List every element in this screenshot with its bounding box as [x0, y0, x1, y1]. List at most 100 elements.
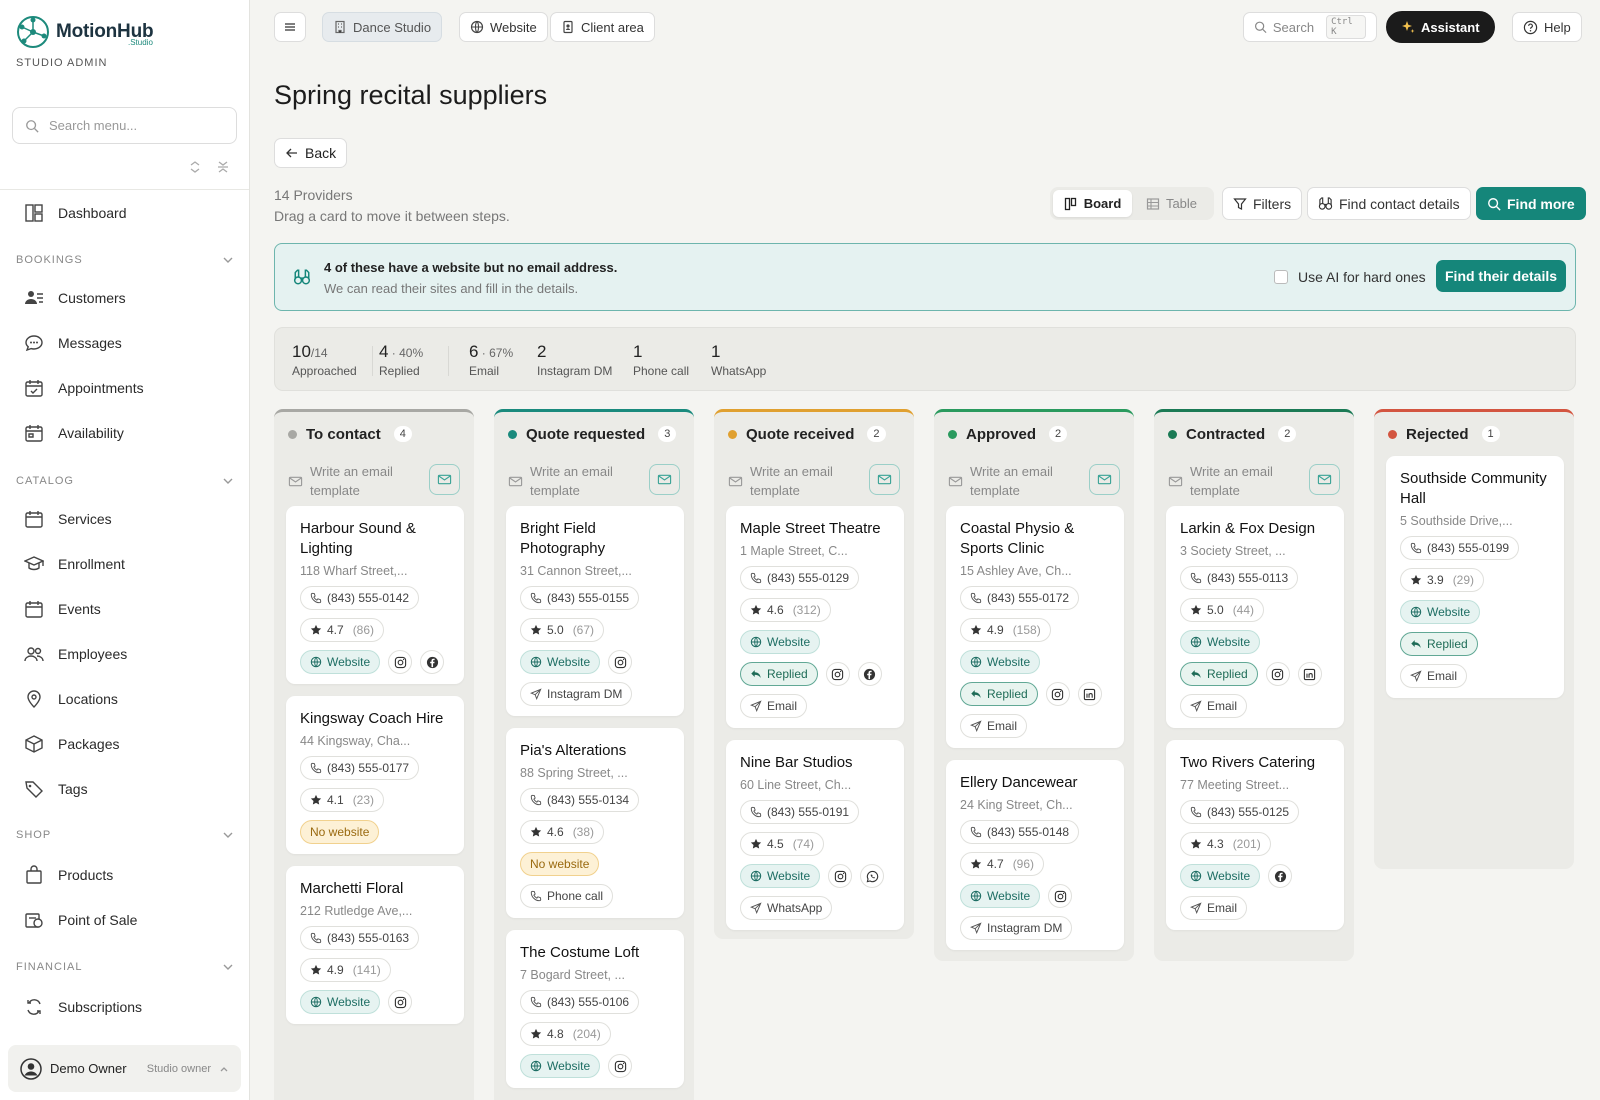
phone-chip[interactable]: (843) 555-0172	[960, 586, 1080, 610]
sidebar-item-dashboard[interactable]: Dashboard	[24, 202, 127, 224]
sidebar-item-services[interactable]: Services	[24, 508, 112, 530]
replied-chip[interactable]: Replied	[1180, 662, 1258, 686]
section-catalog[interactable]: CATALOG	[16, 475, 234, 487]
email-template-button[interactable]	[429, 464, 460, 495]
instagram-link[interactable]	[1265, 662, 1290, 686]
sidebar-search-input[interactable]: Search menu...	[12, 107, 237, 144]
whatsapp-chip[interactable]: WhatsApp	[740, 896, 833, 920]
sidebar-item-packages[interactable]: Packages	[24, 733, 119, 755]
email-chip[interactable]: Email	[1180, 896, 1248, 920]
instagram-dm-chip[interactable]: Instagram DM	[960, 916, 1073, 940]
website-chip[interactable]: Website	[740, 864, 821, 888]
instagram-dm-chip[interactable]: Instagram DM	[520, 682, 633, 706]
instagram-link[interactable]	[828, 864, 853, 888]
email-template-row[interactable]: Write an email template	[714, 456, 914, 506]
find-more-button[interactable]: Find more	[1476, 187, 1586, 220]
instagram-link[interactable]	[1048, 884, 1073, 908]
phone-chip[interactable]: (843) 555-0125	[1180, 800, 1300, 824]
phone-call-chip[interactable]: Phone call	[520, 884, 614, 908]
instagram-link[interactable]	[388, 650, 413, 674]
email-template-row[interactable]: Write an email template	[1154, 456, 1354, 506]
instagram-link[interactable]	[825, 662, 850, 686]
section-bookings[interactable]: BOOKINGS	[16, 254, 234, 266]
sidebar-item-appointments[interactable]: Appointments	[24, 377, 144, 399]
email-chip[interactable]: Email	[1180, 694, 1248, 718]
replied-chip[interactable]: Replied	[1400, 632, 1478, 656]
use-ai-checkbox[interactable]: Use AI for hard ones	[1274, 269, 1426, 285]
section-shop[interactable]: SHOP	[16, 829, 234, 841]
email-template-button[interactable]	[869, 464, 900, 495]
whatsapp-link[interactable]	[860, 864, 885, 888]
phone-chip[interactable]: (843) 555-0148	[960, 820, 1080, 844]
provider-card[interactable]: The Costume Loft 7 Bogard Street, ... (843…	[506, 930, 684, 1088]
provider-card[interactable]: Harbour Sound & Lighting 118 Wharf Street…	[286, 506, 464, 684]
filters-button[interactable]: Filters	[1222, 187, 1303, 220]
linkedin-link[interactable]	[1077, 682, 1102, 706]
facebook-link[interactable]	[420, 650, 445, 674]
provider-card[interactable]: Marchetti Floral 212 Rutledge Ave,... (843…	[286, 866, 464, 1024]
provider-card[interactable]: Coastal Physio & Sports Clinic 15 Ashley …	[946, 506, 1124, 748]
global-search-button[interactable]: Search Ctrl K	[1243, 12, 1377, 42]
website-chip[interactable]: Website	[1180, 630, 1261, 654]
back-button[interactable]: Back	[274, 138, 348, 168]
email-chip[interactable]: Email	[740, 694, 808, 718]
email-template-row[interactable]: Write an email template	[934, 456, 1134, 506]
linkedin-link[interactable]	[1297, 662, 1322, 686]
collapse-all-icon[interactable]	[216, 160, 230, 174]
provider-card[interactable]: Kingsway Coach Hire 44 Kingsway, Cha... (8…	[286, 696, 464, 854]
phone-chip[interactable]: (843) 555-0191	[740, 800, 860, 824]
website-chip[interactable]: Website	[740, 630, 821, 654]
email-chip[interactable]: Email	[1400, 664, 1468, 688]
assistant-button[interactable]: Assistant	[1386, 11, 1495, 43]
provider-card[interactable]: Larkin & Fox Design 3 Society Street, ...…	[1166, 506, 1344, 728]
sidebar-item-locations[interactable]: Locations	[24, 688, 118, 710]
phone-chip[interactable]: (843) 555-0134	[520, 788, 640, 812]
sidebar-item-events[interactable]: Events	[24, 598, 101, 620]
phone-chip[interactable]: (843) 555-0113	[1180, 566, 1299, 590]
phone-chip[interactable]: (843) 555-0155	[520, 586, 640, 610]
sidebar-item-subscriptions[interactable]: Subscriptions	[24, 996, 142, 1018]
email-template-button[interactable]	[1089, 464, 1120, 495]
facebook-link[interactable]	[1268, 864, 1293, 888]
website-chip[interactable]: Website	[1180, 864, 1261, 888]
sidebar-item-products[interactable]: Products	[24, 864, 113, 886]
provider-card[interactable]: Pia's Alterations 88 Spring Street, ... (8…	[506, 728, 684, 918]
phone-chip[interactable]: (843) 555-0163	[300, 926, 420, 950]
provider-card[interactable]: Bright Field Photography 31 Cannon Street…	[506, 506, 684, 716]
website-chip[interactable]: Website	[300, 650, 381, 674]
sidebar-item-point-of-sale[interactable]: Point of Sale	[24, 909, 137, 931]
email-template-row[interactable]: Write an email template	[274, 456, 474, 506]
replied-chip[interactable]: Replied	[740, 662, 818, 686]
sidebar-item-availability[interactable]: Availability	[24, 422, 124, 444]
view-table-button[interactable]: Table	[1132, 190, 1211, 217]
sidebar-item-employees[interactable]: Employees	[24, 643, 127, 665]
provider-card[interactable]: Two Rivers Catering 77 Meeting Street... (…	[1166, 740, 1344, 930]
email-template-button[interactable]	[1309, 464, 1340, 495]
website-chip[interactable]: Website	[960, 650, 1041, 674]
provider-card[interactable]: Maple Street Theatre 1 Maple Street, C...…	[726, 506, 904, 728]
instagram-link[interactable]	[608, 650, 633, 674]
website-chip[interactable]: Website	[520, 650, 601, 674]
sidebar-item-messages[interactable]: Messages	[24, 332, 122, 354]
sidebar-item-enrollment[interactable]: Enrollment	[24, 553, 125, 575]
replied-chip[interactable]: Replied	[960, 682, 1038, 706]
phone-chip[interactable]: (843) 555-0106	[520, 990, 640, 1014]
phone-chip[interactable]: (843) 555-0199	[1400, 536, 1520, 560]
help-button[interactable]: Help	[1512, 12, 1582, 42]
find-their-details-button[interactable]: Find their details	[1436, 260, 1567, 292]
email-template-row[interactable]: Write an email template	[494, 456, 694, 506]
provider-card[interactable]: Ellery Dancewear 24 King Street, Ch... (84…	[946, 760, 1124, 950]
website-chip[interactable]: Website	[1400, 600, 1481, 624]
website-chip[interactable]: Website	[300, 990, 381, 1014]
facebook-link[interactable]	[857, 662, 882, 686]
email-template-button[interactable]	[649, 464, 680, 495]
client-area-button[interactable]: Client area	[550, 12, 655, 42]
website-chip[interactable]: Website	[960, 884, 1041, 908]
instagram-link[interactable]	[608, 1054, 633, 1078]
checkbox-box[interactable]	[1274, 270, 1288, 284]
email-chip[interactable]: Email	[960, 714, 1028, 738]
expand-all-icon[interactable]	[188, 160, 202, 174]
website-button[interactable]: Website	[459, 12, 548, 42]
find-contact-details-button[interactable]: Find contact details	[1307, 187, 1471, 220]
provider-card[interactable]: Nine Bar Studios 60 Line Street, Ch... (84…	[726, 740, 904, 930]
